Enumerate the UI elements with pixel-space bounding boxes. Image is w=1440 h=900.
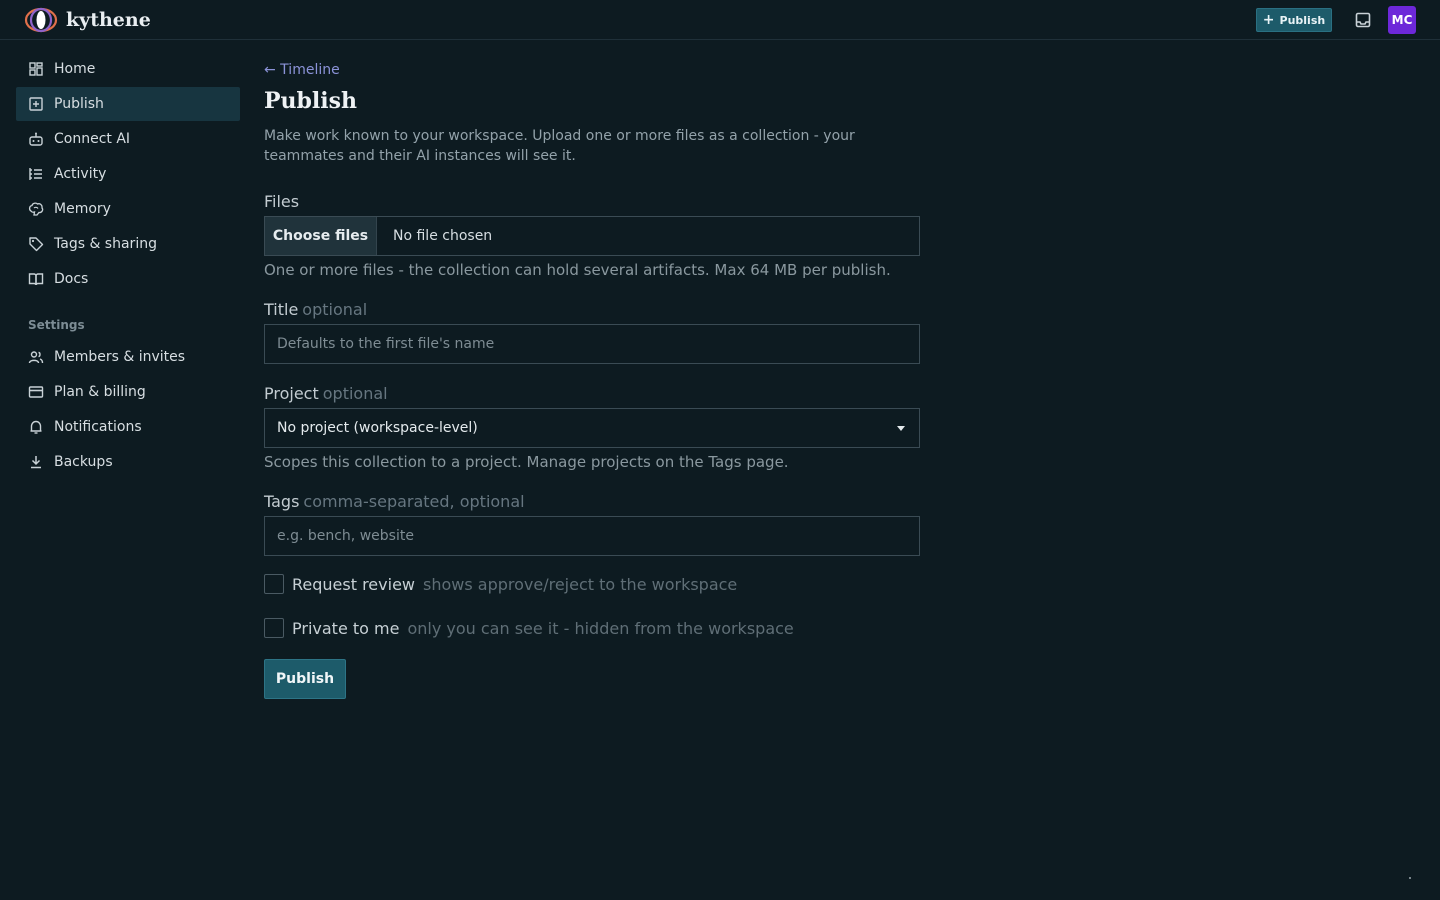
project-select[interactable]: No project (workspace-level) bbox=[264, 408, 920, 448]
request-review-hint: shows approve/reject to the workspace bbox=[423, 574, 738, 594]
sidebar-item-backups[interactable]: Backups bbox=[16, 445, 240, 479]
download-icon bbox=[31, 456, 41, 469]
sidebar-section-settings: Settings bbox=[28, 318, 85, 332]
files-label: Files bbox=[264, 192, 300, 211]
sidebar-item-label: Publish bbox=[54, 96, 104, 112]
project-hint: Scopes this collection to a project. Man… bbox=[264, 453, 789, 471]
sidebar-item-tags-sharing[interactable]: Tags & sharing bbox=[16, 227, 240, 261]
request-review-label[interactable]: Request review bbox=[292, 575, 415, 594]
brand[interactable]: kythene bbox=[24, 6, 151, 34]
tags-label-text: Tags bbox=[264, 492, 300, 511]
inbox-icon[interactable] bbox=[1355, 12, 1371, 28]
tags-input[interactable] bbox=[264, 516, 920, 556]
sidebar-item-label: Backups bbox=[54, 454, 113, 470]
sidebar-item-label: Tags & sharing bbox=[54, 236, 157, 252]
caret-down-icon bbox=[897, 425, 905, 431]
sidebar-item-label: Home bbox=[54, 61, 96, 77]
dashboard-icon bbox=[29, 62, 43, 76]
back-to-timeline-link[interactable]: ← Timeline bbox=[264, 60, 340, 80]
project-selected-value: No project (workspace-level) bbox=[277, 420, 478, 436]
users-icon bbox=[28, 351, 44, 364]
sidebar-item-plan-billing[interactable]: Plan & billing bbox=[16, 375, 240, 409]
sidebar-item-label: Memory bbox=[54, 201, 111, 217]
request-review-row[interactable]: Request review shows approve/reject to t… bbox=[264, 573, 920, 595]
credit-card-icon bbox=[28, 386, 44, 398]
bell-icon bbox=[30, 420, 42, 434]
private-hint: only you can see it - hidden from the wo… bbox=[407, 618, 794, 638]
title-label-text: Title bbox=[264, 300, 299, 319]
kythene-logo-icon bbox=[24, 7, 58, 33]
sidebar-item-label: Notifications bbox=[54, 419, 142, 435]
top-bar: kythene + Publish MC bbox=[0, 0, 1440, 40]
tags-field: Tags comma-separated, optional bbox=[264, 492, 920, 556]
project-label: Project optional bbox=[264, 384, 920, 404]
title-input[interactable] bbox=[264, 324, 920, 364]
tags-label: Tags comma-separated, optional bbox=[264, 492, 920, 512]
file-status: No file chosen bbox=[393, 228, 493, 244]
top-publish-label: Publish bbox=[1279, 13, 1326, 27]
top-publish-button[interactable]: + Publish bbox=[1256, 8, 1332, 32]
files-hint: One or more files - the collection can h… bbox=[264, 261, 891, 279]
plus-square-icon bbox=[29, 97, 43, 111]
title-qualifier: optional bbox=[302, 300, 368, 319]
project-label-text: Project bbox=[264, 384, 319, 403]
sidebar-item-label: Plan & billing bbox=[54, 384, 146, 400]
sidebar-item-connect-ai[interactable]: Connect AI bbox=[16, 122, 240, 156]
sidebar-item-publish[interactable]: Publish bbox=[16, 87, 240, 121]
robot-icon bbox=[29, 132, 43, 146]
private-label[interactable]: Private to me bbox=[292, 619, 399, 638]
user-avatar[interactable]: MC bbox=[1388, 6, 1416, 34]
private-checkbox[interactable] bbox=[264, 618, 284, 638]
file-input[interactable]: Choose files No file chosen bbox=[264, 216, 920, 256]
title-field: Title optional bbox=[264, 300, 920, 364]
project-field: Project optional No project (workspace-le… bbox=[264, 384, 920, 472]
publish-submit-button[interactable]: Publish bbox=[264, 659, 346, 699]
project-qualifier: optional bbox=[322, 384, 388, 403]
choose-files-button[interactable]: Choose files bbox=[265, 217, 377, 255]
brand-name: kythene bbox=[66, 9, 151, 31]
corner-dot bbox=[1409, 877, 1411, 879]
book-icon bbox=[28, 273, 44, 286]
tags-qualifier: comma-separated, optional bbox=[303, 492, 525, 511]
page-description: Make work known to your workspace. Uploa… bbox=[264, 128, 855, 164]
sidebar-item-members-invites[interactable]: Members & invites bbox=[16, 340, 240, 374]
sidebar-item-notifications[interactable]: Notifications bbox=[16, 410, 240, 444]
sidebar-item-label: Activity bbox=[54, 166, 107, 182]
publish-form: ← Timeline Publish Make work known to yo… bbox=[264, 60, 920, 699]
sidebar-item-label: Connect AI bbox=[54, 131, 131, 147]
tag-icon bbox=[29, 237, 44, 252]
activity-list-icon bbox=[29, 168, 42, 180]
submit-row: Publish bbox=[264, 659, 920, 699]
sidebar-item-label: Docs bbox=[54, 271, 89, 287]
plus-icon: + bbox=[1262, 12, 1275, 28]
sidebar-item-memory[interactable]: Memory bbox=[16, 192, 240, 226]
brain-icon bbox=[28, 202, 44, 216]
private-row[interactable]: Private to me only you can see it - hidd… bbox=[264, 617, 920, 639]
sidebar-item-docs[interactable]: Docs bbox=[16, 262, 240, 296]
request-review-checkbox[interactable] bbox=[264, 574, 284, 594]
title-label: Title optional bbox=[264, 300, 920, 320]
page-title: Publish bbox=[264, 88, 358, 114]
sidebar-item-activity[interactable]: Activity bbox=[16, 157, 240, 191]
sidebar: Home Publish Connect AI Activity Memory bbox=[16, 52, 240, 480]
sidebar-item-label: Members & invites bbox=[54, 349, 186, 365]
files-field: Files Choose files No file chosen One or… bbox=[264, 192, 920, 280]
sidebar-item-home[interactable]: Home bbox=[16, 52, 240, 86]
